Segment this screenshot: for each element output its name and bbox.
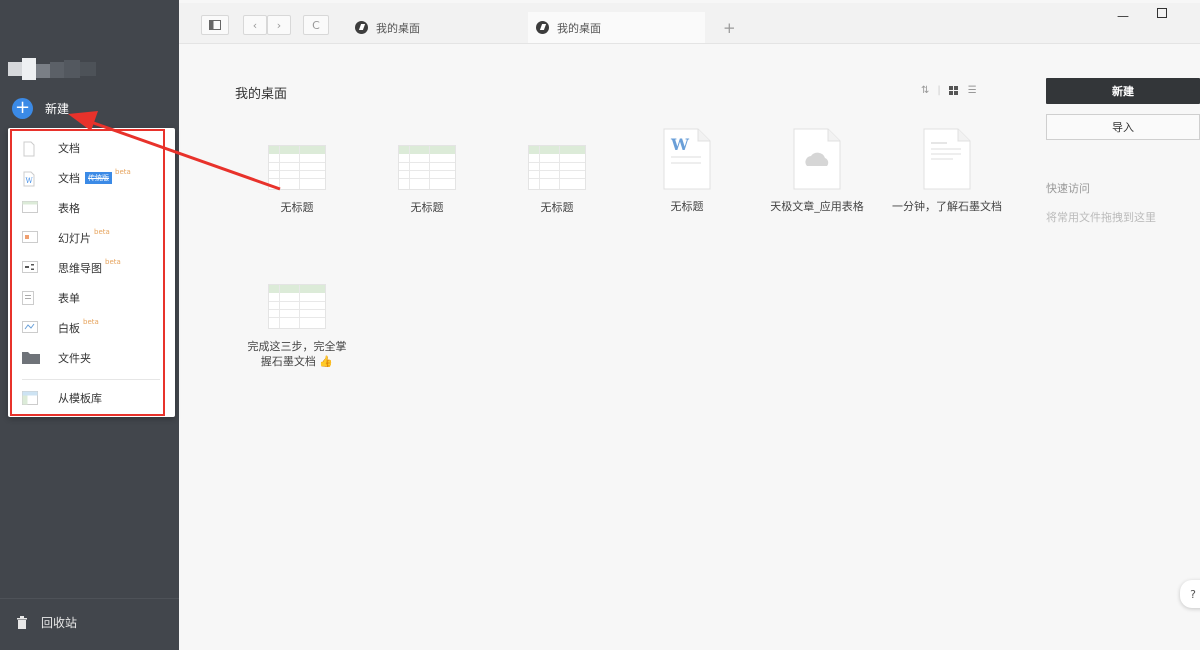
menu-item-mindmap[interactable]: 思维导图 beta <box>22 257 121 279</box>
word-doc-icon: W <box>22 171 38 187</box>
cloud-file-icon <box>793 128 841 190</box>
new-button-label: 新建 <box>45 101 70 116</box>
menu-item-folder[interactable]: 文件夹 <box>22 347 91 369</box>
sheet-icon <box>22 201 38 215</box>
menu-item-whiteboard[interactable]: 白板 beta <box>22 317 99 339</box>
list-view-icon[interactable]: ☰ <box>968 85 977 96</box>
tab-desktop-1[interactable]: 我的桌面 <box>347 12 524 43</box>
trash-icon <box>16 615 28 630</box>
file-item[interactable]: 一分钟，了解石墨文档 <box>887 128 1007 214</box>
file-name: 一分钟，了解石墨文档 <box>892 200 1002 213</box>
folder-icon <box>22 351 40 365</box>
menu-item-slides[interactable]: 幻灯片 beta <box>22 227 110 249</box>
legacy-badge: 传统版 <box>85 172 112 184</box>
menu-item-label: 表格 <box>58 202 80 215</box>
file-name: 无标题 <box>670 200 704 213</box>
menu-item-label: 从模板库 <box>58 392 102 405</box>
beta-badge: beta <box>83 318 99 326</box>
slides-icon <box>22 231 38 245</box>
menu-item-template[interactable]: 从模板库 <box>22 387 102 409</box>
back-button[interactable]: ‹ <box>243 15 267 35</box>
new-button[interactable]: + 新建 <box>12 96 69 120</box>
annotation-arrow <box>68 111 281 191</box>
refresh-icon: C <box>312 18 320 32</box>
tab-label: 我的桌面 <box>557 21 601 35</box>
mindmap-icon <box>22 261 38 275</box>
maximize-icon[interactable] <box>1157 8 1167 18</box>
file-item[interactable]: 无标题 <box>237 145 357 215</box>
template-icon <box>22 391 38 405</box>
menu-item-label: 文档 <box>58 172 80 185</box>
file-item[interactable]: 无标题 <box>367 145 487 215</box>
beta-badge: beta <box>94 228 110 236</box>
tab-label: 我的桌面 <box>376 21 420 35</box>
file-name: 天极文章_应用表格 <box>770 200 864 213</box>
shimo-logo-icon <box>355 21 368 34</box>
menu-item-form[interactable]: 表单 <box>22 287 80 309</box>
form-icon <box>22 291 38 305</box>
file-item[interactable]: 天极文章_应用表格 <box>757 128 877 214</box>
new-tab-button[interactable]: + <box>723 19 736 37</box>
quick-access-hint: 将常用文件拖拽到这里 <box>1046 211 1156 224</box>
page-title: 我的桌面 <box>235 87 288 102</box>
refresh-button[interactable]: C <box>303 15 329 35</box>
file-item[interactable]: 完成这三步，完全掌握石墨文档 👍 <box>237 284 357 369</box>
chevron-left-icon: ‹ <box>252 18 258 32</box>
menu-item-label: 白板 <box>58 322 80 335</box>
sheet-thumbnail-icon <box>398 145 456 190</box>
sidebar-divider <box>0 598 179 599</box>
chevron-right-icon: › <box>276 18 282 32</box>
menu-item-label: 思维导图 <box>58 262 102 275</box>
help-icon: ? <box>1190 587 1196 601</box>
doc-icon <box>22 141 38 157</box>
word-doc-icon: W <box>663 128 711 190</box>
view-controls: ⇅ | ☰ <box>921 85 977 96</box>
svg-text:W: W <box>26 177 34 185</box>
whiteboard-icon <box>22 321 38 335</box>
file-name: 无标题 <box>540 201 574 214</box>
menu-item-label: 表单 <box>58 292 80 305</box>
sheet-thumbnail-icon <box>528 145 586 190</box>
tab-bar: ‹ › C 我的桌面 我的桌面 + — <box>179 3 1200 44</box>
beta-badge: beta <box>115 168 131 176</box>
doc-thumbnail-icon <box>923 128 971 190</box>
menu-item-label: 文件夹 <box>58 352 91 365</box>
file-item[interactable]: W 无标题 <box>627 128 747 214</box>
sheet-thumbnail-icon <box>268 145 326 190</box>
forward-button[interactable]: › <box>267 15 291 35</box>
shimo-logo-icon <box>536 21 549 34</box>
sidebar-toggle-button[interactable] <box>201 15 229 35</box>
menu-item-sheet[interactable]: 表格 <box>22 197 80 219</box>
minimize-icon[interactable]: — <box>1117 9 1129 23</box>
recycle-bin[interactable]: 回收站 <box>16 614 77 631</box>
quick-access-title: 快速访问 <box>1046 182 1090 195</box>
sort-icon[interactable]: ⇅ <box>921 85 929 96</box>
layout-icon <box>209 20 221 30</box>
tab-desktop-2[interactable]: 我的桌面 <box>528 12 705 43</box>
new-file-button[interactable]: 新建 <box>1046 78 1200 104</box>
file-item[interactable]: 无标题 <box>497 145 617 215</box>
help-button[interactable]: ? <box>1180 580 1200 608</box>
beta-badge: beta <box>105 258 121 266</box>
menu-item-doc-legacy[interactable]: W 文档 传统版 beta <box>22 167 131 189</box>
user-avatar[interactable] <box>8 58 96 80</box>
file-name: 无标题 <box>410 201 444 214</box>
recycle-label: 回收站 <box>41 616 78 630</box>
grid-view-icon[interactable] <box>948 86 958 95</box>
import-button[interactable]: 导入 <box>1046 114 1200 140</box>
file-name: 无标题 <box>280 201 314 214</box>
file-name: 完成这三步，完全掌握石墨文档 👍 <box>247 340 347 368</box>
svg-text:W: W <box>670 135 690 154</box>
sheet-thumbnail-icon <box>268 284 326 329</box>
plus-icon: + <box>12 97 33 119</box>
menu-item-label: 幻灯片 <box>58 232 91 245</box>
menu-item-doc[interactable]: 文档 <box>22 137 80 159</box>
divider: | <box>937 85 941 96</box>
menu-divider <box>22 379 160 380</box>
menu-item-label: 文档 <box>58 142 80 155</box>
